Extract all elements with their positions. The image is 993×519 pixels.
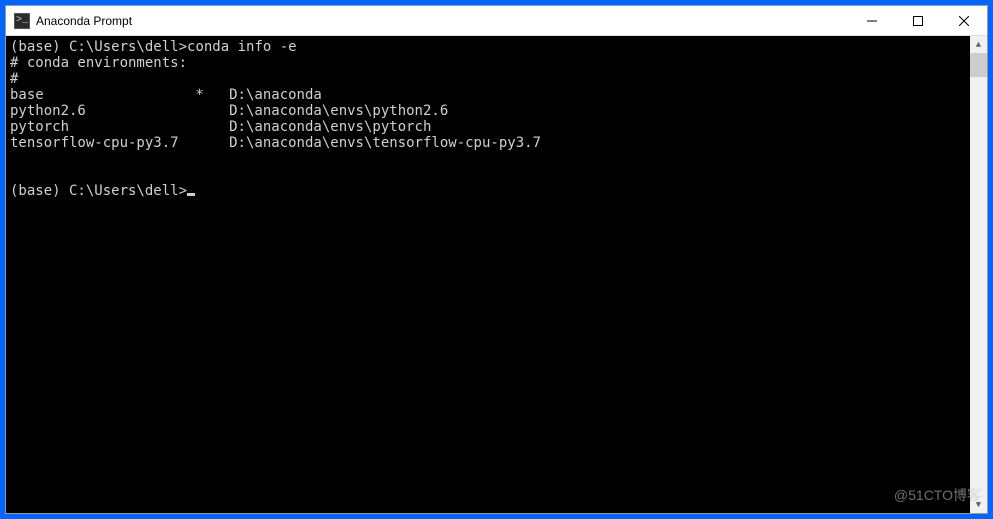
output-line: # conda environments: [10, 55, 966, 71]
minimize-button[interactable] [849, 6, 895, 35]
command-text: conda info -e [187, 39, 297, 55]
maximize-button[interactable] [895, 6, 941, 35]
env-row: python2.6 D:\anaconda\envs\python2.6 [10, 103, 966, 119]
window-title: Anaconda Prompt [36, 14, 849, 28]
env-name: pytorch [10, 119, 195, 135]
terminal-output[interactable]: (base) C:\Users\dell>conda info -e# cond… [6, 36, 970, 513]
vertical-scrollbar[interactable]: ▲ ▼ [970, 36, 987, 513]
scroll-thumb[interactable] [970, 53, 987, 77]
env-row: base*D:\anaconda [10, 87, 966, 103]
env-name: python2.6 [10, 103, 195, 119]
env-row: pytorch D:\anaconda\envs\pytorch [10, 119, 966, 135]
env-path: D:\anaconda [229, 87, 322, 103]
env-path: D:\anaconda\envs\pytorch [229, 119, 431, 135]
titlebar[interactable]: >_ Anaconda Prompt [6, 6, 987, 36]
minimize-icon [867, 16, 877, 26]
env-path: D:\anaconda\envs\tensorflow-cpu-py3.7 [229, 135, 541, 151]
cursor [187, 193, 195, 196]
env-active [195, 135, 229, 151]
terminal-container: (base) C:\Users\dell>conda info -e# cond… [6, 36, 987, 513]
app-icon: >_ [14, 13, 30, 29]
window-controls [849, 6, 987, 35]
scroll-down-arrow-icon[interactable]: ▼ [970, 496, 987, 513]
prompt: (base) C:\Users\dell> [10, 39, 187, 55]
env-path: D:\anaconda\envs\python2.6 [229, 103, 448, 119]
env-name: base [10, 87, 195, 103]
env-active [195, 103, 229, 119]
env-name: tensorflow-cpu-py3.7 [10, 135, 195, 151]
output-line: # [10, 71, 966, 87]
env-active [195, 119, 229, 135]
env-active: * [195, 87, 229, 103]
close-icon [959, 16, 969, 26]
scroll-up-arrow-icon[interactable]: ▲ [970, 36, 987, 53]
env-row: tensorflow-cpu-py3.7 D:\anaconda\envs\te… [10, 135, 966, 151]
prompt: (base) C:\Users\dell> [10, 183, 187, 199]
maximize-icon [913, 16, 923, 26]
close-button[interactable] [941, 6, 987, 35]
app-window: >_ Anaconda Prompt (base) C:\Users\dell>… [6, 6, 987, 513]
